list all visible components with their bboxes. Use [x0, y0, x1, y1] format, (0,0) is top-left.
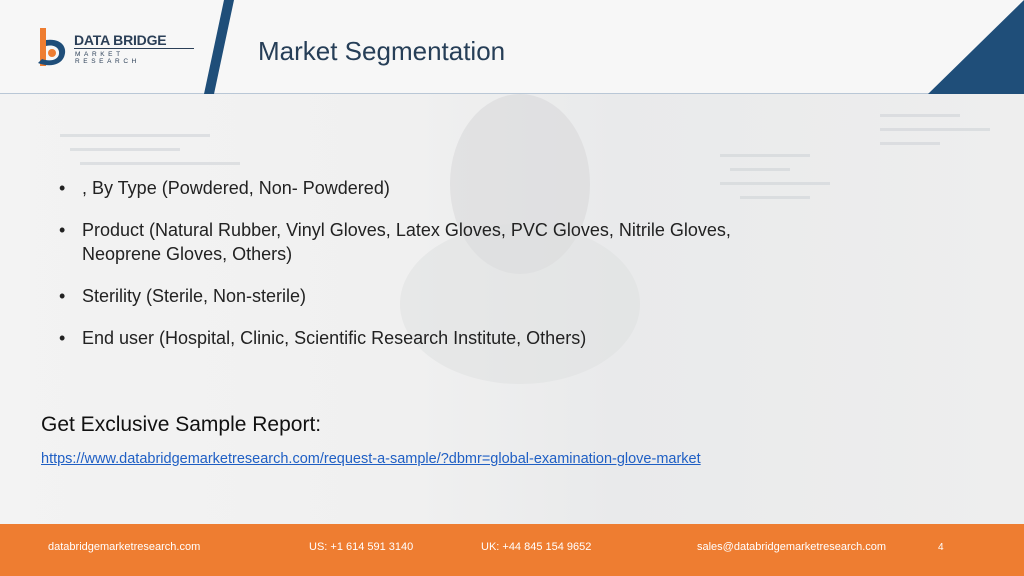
bullet-icon: • [59, 328, 66, 348]
segmentation-list: •, By Type (Powdered, Non- Powdered) • Pr… [58, 176, 738, 368]
slide-header: DATA BRIDGE MARKET RESEARCH Market Segme… [0, 0, 1024, 94]
page-title: Market Segmentation [258, 36, 506, 66]
footer-uk-phone: UK: +44 845 154 9652 [481, 541, 592, 553]
logo: DATA BRIDGE MARKET RESEARCH [34, 26, 194, 70]
sample-report-heading: Get Exclusive Sample Report: [41, 413, 322, 436]
list-item: •, By Type (Powdered, Non- Powdered) [59, 178, 390, 198]
list-item: • Product (Natural Rubber, Vinyl Gloves, … [59, 220, 731, 264]
footer-email[interactable]: sales@databridgemarketresearch.com [697, 541, 886, 553]
bullet-icon: • [59, 286, 66, 306]
footer-website[interactable]: databridgemarketresearch.com [48, 541, 200, 553]
logo-rule [74, 48, 194, 49]
logo-tagline: MARKET RESEARCH [75, 51, 140, 65]
logo-name: DATA BRIDGE [74, 32, 167, 48]
bullet-icon: • [59, 220, 66, 240]
slide-footer: databridgemarketresearch.com US: +1 614 … [0, 524, 1024, 576]
sample-report-link[interactable]: https://www.databridgemarketresearch.com… [41, 450, 761, 468]
list-item: • Sterility (Sterile, Non-sterile) [59, 286, 307, 306]
bullet-icon: • [59, 178, 66, 198]
list-item: • End user (Hospital, Clinic, Scientific … [59, 328, 587, 348]
data-bridge-logo-icon [38, 28, 66, 66]
page-number: 4 [938, 542, 944, 553]
footer-us-phone: US: +1 614 591 3140 [309, 541, 414, 553]
header-divider-slash [204, 0, 234, 94]
header-corner-triangle [928, 0, 1024, 94]
